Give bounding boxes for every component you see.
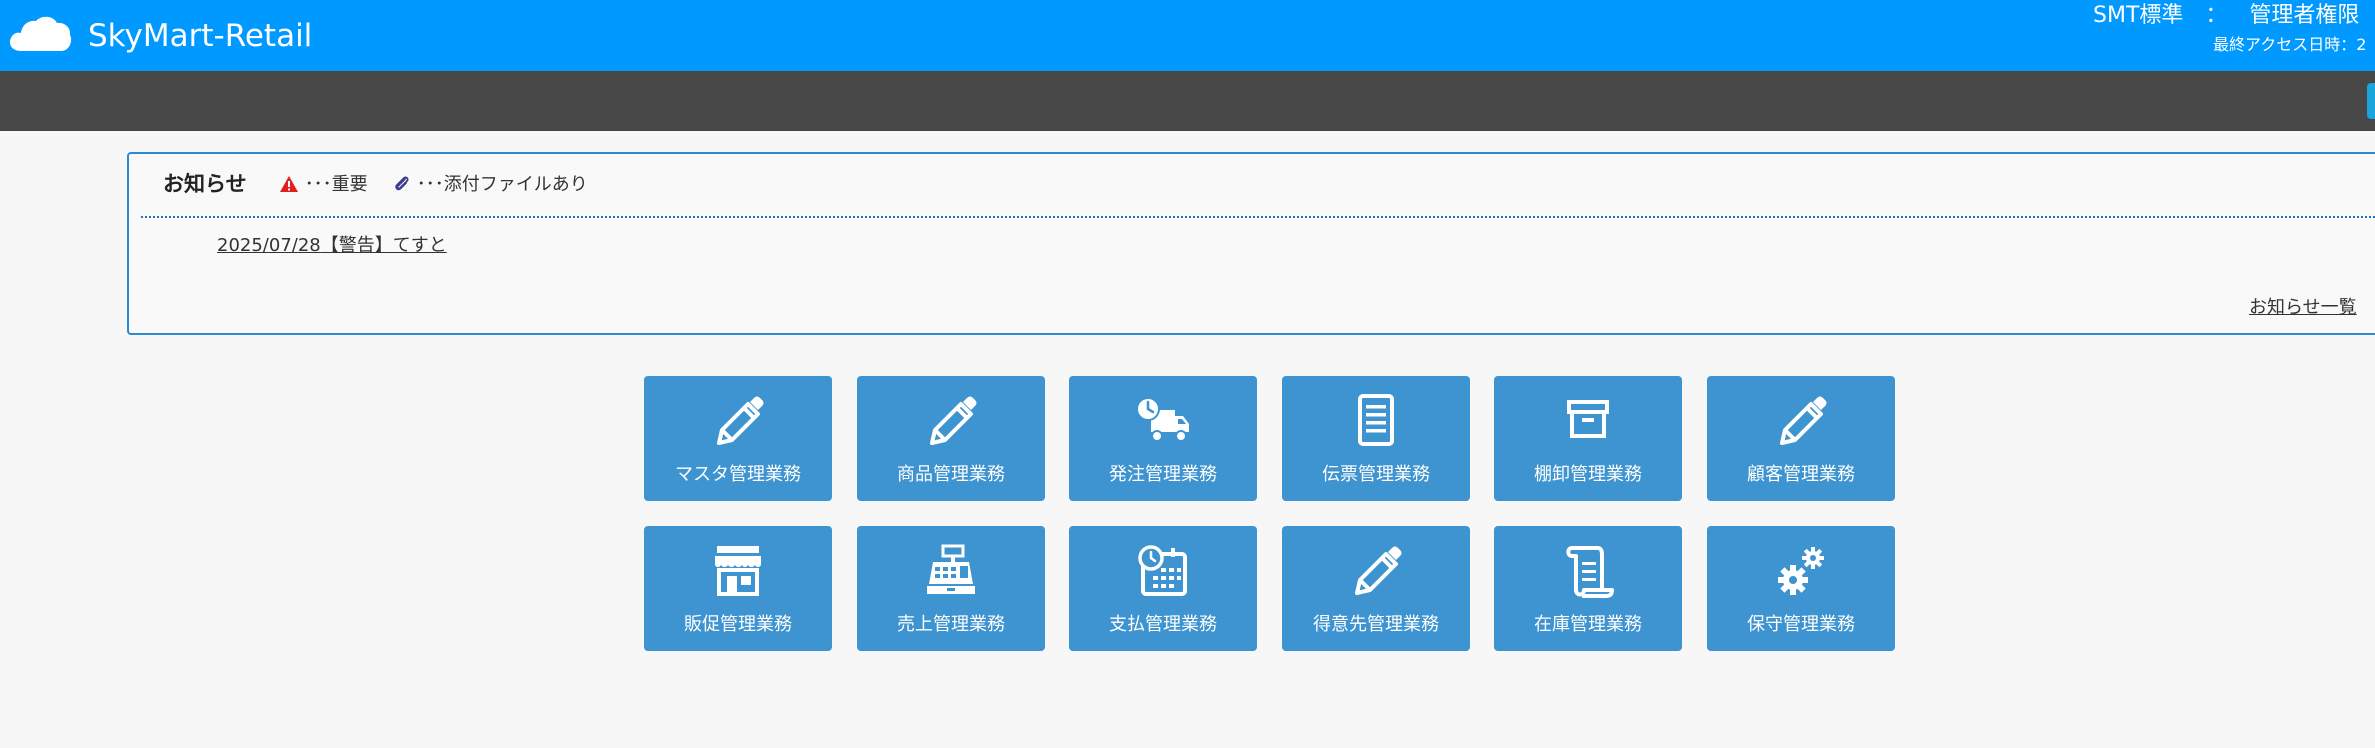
app-title[interactable]: SkyMart-Retail xyxy=(88,16,312,56)
store-icon xyxy=(715,546,761,596)
menu-tile-order[interactable]: 発注管理業務 xyxy=(1069,376,1257,501)
menu-tile-payment[interactable]: 支払管理業務 xyxy=(1069,526,1257,651)
menu-tile-label: マスタ管理業務 xyxy=(675,464,801,485)
menu-tile-maintenance[interactable]: 保守管理業務 xyxy=(1707,526,1895,651)
menu-tile-sales[interactable]: 売上管理業務 xyxy=(857,526,1045,651)
menu-tile-label: 顧客管理業務 xyxy=(1747,464,1855,485)
warning-icon xyxy=(279,176,298,192)
legend-attachment-label: ･･･添付ファイルあり xyxy=(416,174,588,195)
archive-box-icon xyxy=(1567,400,1609,438)
legend-attachment: ･･･添付ファイルあり xyxy=(393,170,588,196)
menu-tile-label: 得意先管理業務 xyxy=(1313,614,1439,635)
pencil-icon xyxy=(717,396,764,445)
menu-tile-label: 在庫管理業務 xyxy=(1534,614,1642,635)
gears-icon xyxy=(1778,547,1824,595)
pencil-icon xyxy=(1780,396,1827,445)
menu-tile-label: 伝票管理業務 xyxy=(1322,464,1430,485)
menu-tile-promotion[interactable]: 販促管理業務 xyxy=(644,526,832,651)
menu-tile-label: 発注管理業務 xyxy=(1109,464,1217,485)
user-info: SMT標準 ： 管理者権限 xyxy=(2093,2,2359,30)
menu-tile-label: 保守管理業務 xyxy=(1747,614,1855,635)
menu-tile-client[interactable]: 得意先管理業務 xyxy=(1282,526,1470,651)
notice-item-text: 【警告】てすと xyxy=(320,235,447,256)
menu-tile-label: 商品管理業務 xyxy=(897,464,1005,485)
menu-tile-label: 棚卸管理業務 xyxy=(1534,464,1642,485)
paperclip-icon xyxy=(395,176,409,191)
menu-tile-inventory-count[interactable]: 棚卸管理業務 xyxy=(1494,376,1682,501)
menu-tile-master[interactable]: マスタ管理業務 xyxy=(644,376,832,501)
notice-title: お知らせ xyxy=(163,172,247,196)
last-access-label: 最終アクセス日時：2 xyxy=(2213,35,2367,54)
sub-navigation-bar xyxy=(0,71,2375,131)
notice-item-link[interactable]: 2025/07/28【警告】てすと xyxy=(217,231,447,257)
notice-panel: お知らせ ･･･重要 ･･･添付ファイルあり 2025/07/28【警告】てすと… xyxy=(127,152,2375,335)
notice-header: お知らせ ･･･重要 ･･･添付ファイルあり xyxy=(163,168,608,200)
menu-tile-label: 販促管理業務 xyxy=(684,614,792,635)
delivery-truck-icon xyxy=(1136,397,1189,442)
menu-tile-product[interactable]: 商品管理業務 xyxy=(857,376,1045,501)
cloud-icon xyxy=(9,16,72,51)
user-role: 管理者権限 xyxy=(2249,3,2360,28)
document-icon xyxy=(1358,394,1394,446)
legend-important: ･･･重要 xyxy=(279,170,368,196)
notice-divider xyxy=(141,216,2375,218)
cash-register-icon xyxy=(927,544,975,594)
pencil-icon xyxy=(930,396,977,445)
company-name: SMT標準 xyxy=(2093,3,2184,28)
menu-tile-customer[interactable]: 顧客管理業務 xyxy=(1707,376,1895,501)
subbar-button[interactable] xyxy=(2367,83,2375,119)
scroll-icon xyxy=(1566,546,1614,598)
notice-list-link[interactable]: お知らせ一覧 xyxy=(2249,293,2375,319)
calendar-clock-icon xyxy=(1138,545,1187,596)
menu-tile-slip[interactable]: 伝票管理業務 xyxy=(1282,376,1470,501)
app-header: SkyMart-Retail SMT標準 ： 管理者権限 最終アクセス日時：2 xyxy=(0,0,2375,71)
menu-tile-label: 売上管理業務 xyxy=(897,614,1005,635)
legend-important-label: ･･･重要 xyxy=(304,174,368,195)
user-separator: ： xyxy=(2205,3,2228,28)
pencil-icon xyxy=(1355,546,1402,595)
menu-tile-stock[interactable]: 在庫管理業務 xyxy=(1494,526,1682,651)
notice-item-date: 2025/07/28 xyxy=(217,235,321,256)
menu-tile-label: 支払管理業務 xyxy=(1109,614,1217,635)
